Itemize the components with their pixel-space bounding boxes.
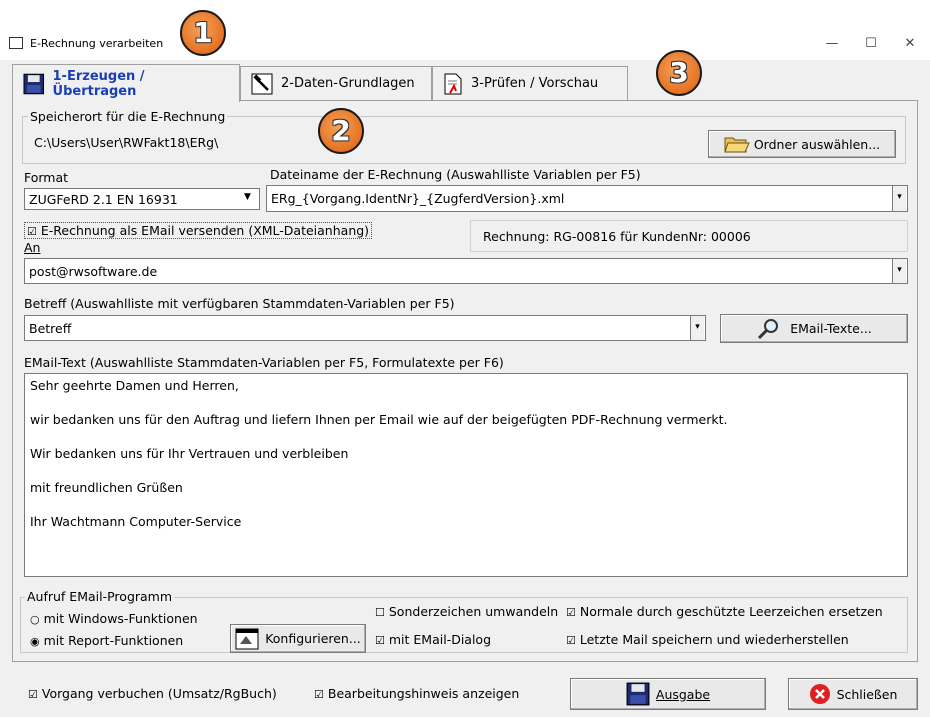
floppy-disk-icon [23, 73, 45, 94]
book-checkbox[interactable]: ☑ Vorgang verbuchen (Umsatz/RgBuch) [28, 686, 277, 701]
radio-report-mark: ◉ [30, 635, 40, 648]
email-texts-label: EMail-Texte... [790, 321, 872, 336]
save-last-checkbox[interactable]: ☑ Letzte Mail speichern und wiederherstel… [566, 632, 849, 647]
configure-label: Konfigurieren... [265, 631, 361, 646]
configure-button[interactable]: Konfigurieren... [230, 624, 366, 653]
output-button[interactable]: Ausgabe [570, 678, 766, 710]
choose-folder-button[interactable]: Ordner auswählen... [708, 130, 896, 158]
nbsp-label: Normale durch geschützte Leerzeichen ers… [579, 604, 883, 619]
radio-windows-mark: ○ [30, 613, 40, 626]
to-input[interactable]: post@rwsoftware.de [24, 258, 908, 284]
radio-windows-label: mit Windows-Funktionen [43, 611, 198, 626]
to-dropdown-icon[interactable]: ▾ [892, 259, 906, 283]
email-texts-button[interactable]: EMail-Texte... [720, 314, 908, 343]
window-title: E-Rechnung verarbeiten [30, 37, 164, 50]
hammer-icon [251, 73, 273, 94]
email-text-line: Wir bedanken uns für Ihr Vertrauen und v… [30, 446, 349, 461]
storage-group-label: Speicherort für die E-Rechnung [28, 109, 228, 124]
subject-dropdown-icon[interactable]: ▾ [690, 316, 704, 340]
annotation-badge-1: 1 [180, 10, 226, 56]
tab-erzeugen[interactable]: 1-Erzeugen / Übertragen [12, 64, 240, 102]
to-label: An [24, 240, 41, 255]
special-chars-mark: ☐ [375, 606, 385, 619]
radio-report[interactable]: ◉ mit Report-Funktionen [30, 633, 183, 648]
send-email-label: E-Rechnung als EMail versenden (XML-Date… [40, 223, 370, 238]
send-email-checkbox[interactable]: ☑ E-Rechnung als EMail versenden (XML-Dat… [24, 222, 373, 239]
radio-windows[interactable]: ○ mit Windows-Funktionen [30, 611, 198, 626]
invoice-info: Rechnung: RG-00816 für KundenNr: 00006 [470, 220, 908, 252]
email-dialog-label: mit EMail-Dialog [388, 632, 492, 647]
special-chars-label: Sonderzeichen umwandeln [388, 604, 559, 619]
config-icon [235, 628, 259, 649]
email-text-line: mit freundlichen Grüßen [30, 480, 183, 495]
hint-mark: ☑ [314, 688, 324, 701]
nbsp-mark: ☑ [566, 606, 576, 619]
filename-input[interactable]: ERg_{Vorgang.IdentNr}_{ZugferdVersion}.x… [266, 185, 908, 212]
filename-label: Dateiname der E-Rechnung (Auswahlliste V… [270, 167, 641, 182]
to-value: post@rwsoftware.de [29, 264, 158, 279]
subject-input[interactable]: Betreff [24, 315, 706, 341]
subject-label: Betreff (Auswahlliste mit verfügbaren St… [24, 296, 455, 311]
email-text-label: EMail-Text (Auswahlliste Stammdaten-Vari… [24, 355, 504, 370]
format-label: Format [24, 170, 69, 185]
filename-value: ERg_{Vorgang.IdentNr}_{ZugferdVersion}.x… [271, 191, 565, 206]
format-dropdown-icon[interactable]: ▼ [244, 192, 251, 202]
magnifier-icon [758, 318, 779, 339]
book-label: Vorgang verbuchen (Umsatz/RgBuch) [41, 686, 277, 701]
tab-pruefen-label: 3-Prüfen / Vorschau [471, 76, 599, 91]
close-button[interactable]: Schließen [788, 678, 918, 710]
annotation-badge-2: 2 [318, 108, 364, 154]
format-value: ZUGFeRD 2.1 EN 16931 [29, 192, 178, 207]
choose-folder-label: Ordner auswählen... [753, 136, 881, 152]
close-window-button[interactable]: ✕ [896, 34, 924, 54]
send-email-check-mark: ☑ [27, 225, 37, 238]
filename-dropdown-icon[interactable]: ▾ [892, 186, 906, 211]
tab-pruefen[interactable]: 3-Prüfen / Vorschau [432, 66, 628, 100]
maximize-button[interactable]: ☐ [857, 34, 885, 54]
email-text-line: wir bedanken uns für den Auftrag und lie… [30, 412, 728, 427]
hint-checkbox[interactable]: ☑ Bearbeitungshinweis anzeigen [314, 686, 519, 701]
email-dialog-mark: ☑ [375, 634, 385, 647]
minimize-button[interactable]: — [818, 34, 846, 54]
tab-daten-grundlagen-label: 2-Daten-Grundlagen [281, 76, 415, 91]
email-text-area[interactable]: Sehr geehrte Damen und Herren, wir bedan… [24, 373, 908, 577]
radio-report-label: mit Report-Funktionen [43, 633, 184, 648]
format-select[interactable]: ZUGFeRD 2.1 EN 16931 [24, 188, 260, 210]
email-program-group-label: Aufruf EMail-Programm [25, 589, 175, 604]
tab-daten-grundlagen[interactable]: 2-Daten-Grundlagen [240, 66, 432, 100]
document-icon [444, 73, 462, 94]
annotation-badge-3: 3 [656, 50, 702, 96]
save-last-label: Letzte Mail speichern und wiederherstell… [579, 632, 849, 647]
storage-path: C:\Users\User\RWFakt18\ERg\ [30, 132, 698, 156]
folder-open-icon [724, 137, 750, 153]
book-mark: ☑ [28, 688, 38, 701]
floppy-disk-icon [626, 682, 650, 706]
save-last-mark: ☑ [566, 634, 576, 647]
email-text-line: Ihr Wachtmann Computer-Service [30, 514, 242, 529]
output-label: Ausgabe [655, 686, 711, 702]
special-chars-checkbox[interactable]: ☐ Sonderzeichen umwandeln [375, 604, 558, 619]
email-dialog-checkbox[interactable]: ☑ mit EMail-Dialog [375, 632, 491, 647]
subject-value: Betreff [29, 321, 72, 336]
email-text-line: Sehr geehrte Damen und Herren, [30, 378, 239, 393]
nbsp-checkbox[interactable]: ☑ Normale durch geschützte Leerzeichen er… [566, 604, 883, 619]
close-label: Schließen [836, 686, 898, 702]
hint-label: Bearbeitungshinweis anzeigen [327, 686, 520, 701]
tab-erzeugen-label: 1-Erzeugen / Übertragen [52, 68, 145, 99]
error-x-icon [809, 684, 830, 704]
app-icon [9, 37, 23, 49]
